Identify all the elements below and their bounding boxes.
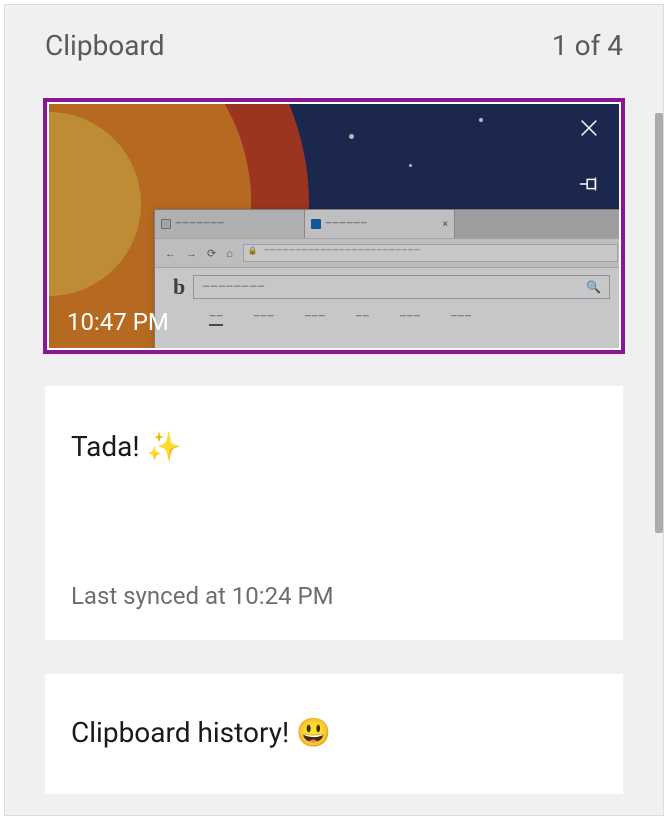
clipboard-item-image[interactable]: ——————— ——————× ←→⟳⌂ 🔒 —————————————————… [45, 100, 623, 352]
item-actions [575, 116, 603, 200]
clipboard-item-text[interactable]: Tada! ✨ Last synced at 10:24 PM [45, 386, 623, 640]
clip-text-content: Tada! ✨ [71, 430, 597, 582]
scrollbar-thumb[interactable] [655, 113, 663, 533]
item-timestamp: 10:47 PM [67, 308, 169, 336]
clipboard-item-text[interactable]: Clipboard history! 😃 [45, 674, 623, 794]
close-icon [578, 117, 600, 143]
sync-status: Last synced at 10:24 PM [71, 582, 597, 610]
thumbnail-browser-window: ——————— ——————× ←→⟳⌂ 🔒 —————————————————… [154, 209, 619, 348]
pin-icon [578, 173, 600, 199]
clip-text-content: Clipboard history! 😃 [71, 716, 597, 778]
clipboard-panel: Clipboard 1 of 4 ——————— ——————× ←→⟳⌂ [4, 4, 664, 816]
item-counter: 1 of 4 [552, 29, 623, 62]
clipboard-list: ——————— ——————× ←→⟳⌂ 🔒 —————————————————… [5, 80, 663, 794]
panel-header: Clipboard 1 of 4 [5, 5, 663, 80]
panel-title: Clipboard [45, 29, 165, 62]
pin-button[interactable] [575, 172, 603, 200]
delete-button[interactable] [575, 116, 603, 144]
